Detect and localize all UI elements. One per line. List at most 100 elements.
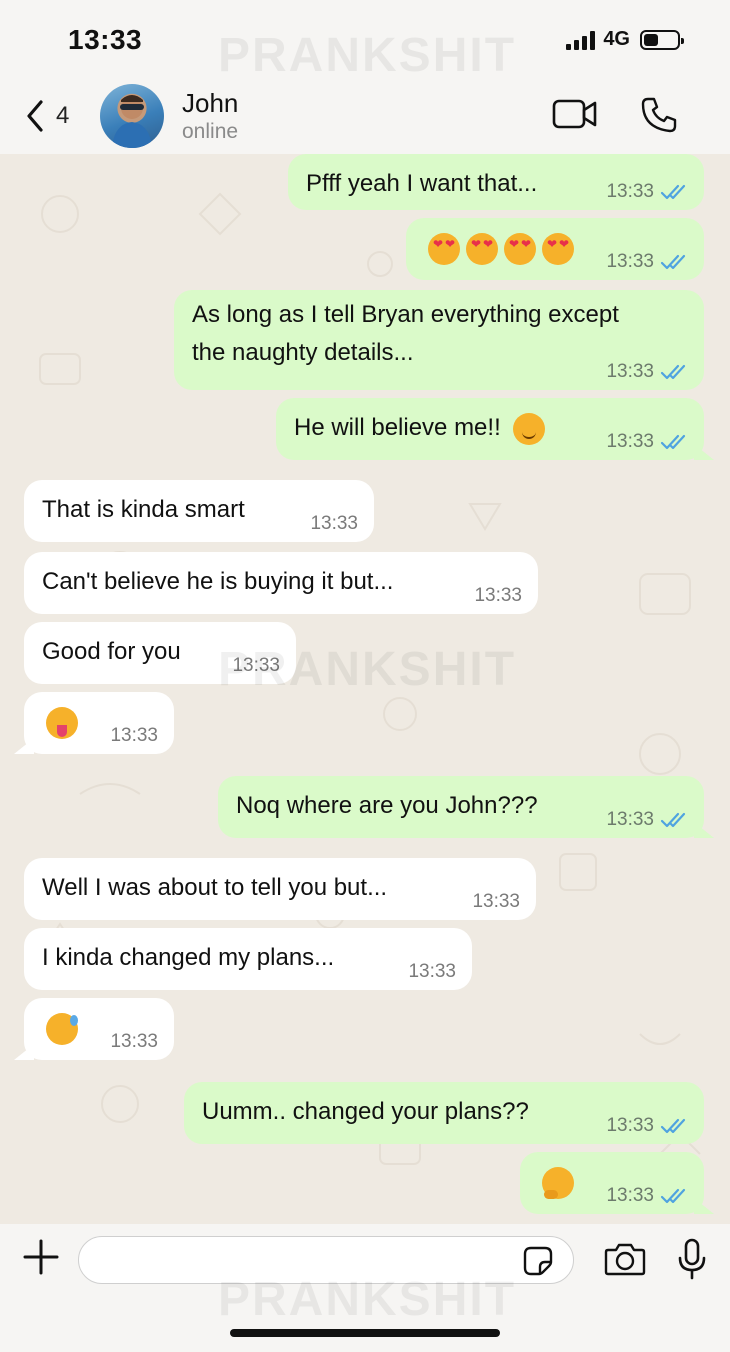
message-meta: 13:33 <box>606 432 688 452</box>
message-meta: 13:33 <box>310 514 358 534</box>
message-time: 13:33 <box>606 361 654 382</box>
message-line: As long as I tell Bryan everything excep… <box>192 301 619 328</box>
message-text: That is kinda smart <box>42 491 245 529</box>
network-type: 4G <box>603 28 630 50</box>
relieved-face-emoji-icon <box>512 412 545 445</box>
message-text <box>424 229 574 267</box>
face-with-hand-over-mouth-emoji-icon <box>542 1166 574 1199</box>
cellular-signal-icon <box>566 30 596 50</box>
message-text: I kinda changed my plans... <box>42 939 334 977</box>
microphone-icon[interactable] <box>676 1238 708 1280</box>
read-ticks-icon <box>660 1188 686 1204</box>
plus-icon[interactable] <box>22 1238 60 1276</box>
back-button[interactable]: 4 <box>24 98 69 134</box>
message-time: 13:33 <box>232 655 280 676</box>
incoming-message[interactable]: Well I was about to tell you but... 13:33 <box>24 858 536 920</box>
home-indicator[interactable] <box>230 1329 500 1337</box>
read-ticks-icon <box>660 434 686 450</box>
chevron-left-icon <box>27 100 43 132</box>
message-meta: 13:33 <box>606 1186 688 1206</box>
message-meta: 13:33 <box>110 726 158 746</box>
read-ticks-icon <box>660 812 686 828</box>
message-meta: 13:33 <box>472 892 520 912</box>
message-time: 13:33 <box>606 431 654 452</box>
message-line: He will believe me!! <box>294 414 501 441</box>
avatar-image <box>112 95 152 148</box>
incoming-message[interactable]: I kinda changed my plans... 13:33 <box>24 928 472 990</box>
incoming-message[interactable]: Good for you 13:33 <box>24 622 296 684</box>
message-time: 13:33 <box>606 1115 654 1136</box>
camera-icon[interactable] <box>604 1242 646 1276</box>
read-ticks-icon <box>660 254 686 270</box>
outgoing-message[interactable]: 13:33 <box>406 218 704 280</box>
contact-name[interactable]: John <box>182 88 238 119</box>
message-text <box>538 1163 574 1201</box>
incoming-message[interactable]: That is kinda smart 13:33 <box>24 480 374 542</box>
message-line: Uumm.. changed your plans?? <box>202 1098 529 1125</box>
outgoing-message[interactable]: As long as I tell Bryan everything excep… <box>174 290 704 390</box>
message-input[interactable] <box>78 1236 574 1284</box>
message-time: 13:33 <box>606 251 654 272</box>
message-time: 13:33 <box>606 809 654 830</box>
message-line: Pfff yeah I want that... <box>306 170 538 197</box>
message-text <box>42 703 78 741</box>
outgoing-message[interactable]: Pfff yeah I want that... 13:33 <box>288 154 704 210</box>
smiling-face-with-heart-eyes-emoji-icon <box>542 232 574 265</box>
message-meta: 13:33 <box>474 586 522 606</box>
incoming-message[interactable]: 13:33 <box>24 692 174 754</box>
message-text <box>42 1009 78 1047</box>
incoming-message[interactable]: 13:33 <box>24 998 174 1060</box>
smiling-face-with-heart-eyes-emoji-icon <box>466 232 498 265</box>
message-time: 13:33 <box>110 1031 158 1052</box>
sticker-icon[interactable] <box>523 1246 553 1276</box>
chat-header: 4 John online <box>0 80 730 154</box>
message-text: As long as I tell Bryan everything excep… <box>192 296 619 372</box>
zany-face-emoji-icon <box>46 706 78 739</box>
message-text: He will believe me!! <box>294 409 545 447</box>
outgoing-message[interactable]: Uumm.. changed your plans?? 13:33 <box>184 1082 704 1144</box>
chat-area[interactable]: Pfff yeah I want that... 13:33 13:33 As lon… <box>0 154 730 1224</box>
message-line: That is kinda smart <box>42 496 245 523</box>
read-ticks-icon <box>660 364 686 380</box>
message-meta: 13:33 <box>606 1116 688 1136</box>
message-line: Can't believe he is buying it but... <box>42 568 394 595</box>
smiling-face-with-heart-eyes-emoji-icon <box>504 232 536 265</box>
outgoing-message[interactable]: He will believe me!! 13:33 <box>276 398 704 460</box>
message-text: Uumm.. changed your plans?? <box>202 1093 529 1131</box>
message-meta: 13:33 <box>408 962 456 982</box>
smiling-face-with-heart-eyes-emoji-icon <box>428 232 460 265</box>
message-meta: 13:33 <box>110 1032 158 1052</box>
message-time: 13:33 <box>474 585 522 606</box>
message-text: Noq where are you John??? <box>236 787 538 825</box>
read-ticks-icon <box>660 184 686 200</box>
battery-icon <box>640 29 684 50</box>
avatar[interactable] <box>100 84 164 148</box>
outgoing-message[interactable]: Noq where are you John??? 13:33 <box>218 776 704 838</box>
unread-count: 4 <box>56 102 70 129</box>
input-bar: PRANKSHIT <box>0 1224 730 1352</box>
message-line: Well I was about to tell you but... <box>42 874 388 901</box>
message-meta: 13:33 <box>606 252 688 272</box>
message-meta: 13:33 <box>606 182 688 202</box>
message-time: 13:33 <box>472 891 520 912</box>
grinning-face-with-sweat-emoji-icon <box>46 1012 78 1045</box>
message-line: Good for you <box>42 638 181 665</box>
message-line: Noq where are you John??? <box>236 792 538 819</box>
message-time: 13:33 <box>606 181 654 202</box>
incoming-message[interactable]: Can't believe he is buying it but... 13:3… <box>24 552 538 614</box>
phone-icon[interactable] <box>640 96 678 134</box>
outgoing-message[interactable]: 13:33 <box>520 1152 704 1214</box>
message-line: the naughty details... <box>192 339 414 366</box>
message-line: I kinda changed my plans... <box>42 944 335 971</box>
message-text: Well I was about to tell you but... <box>42 869 387 907</box>
status-bar: 13:33 4G <box>0 0 730 80</box>
message-meta: 13:33 <box>606 362 688 382</box>
message-text: Good for you <box>42 633 181 671</box>
message-meta: 13:33 <box>606 810 688 830</box>
message-text: Can't believe he is buying it but... <box>42 563 393 601</box>
video-camera-icon[interactable] <box>552 98 598 130</box>
status-time: 13:33 <box>68 24 143 55</box>
message-time: 13:33 <box>310 513 358 534</box>
message-text: Pfff yeah I want that... <box>306 165 537 203</box>
contact-status: online <box>182 120 239 143</box>
